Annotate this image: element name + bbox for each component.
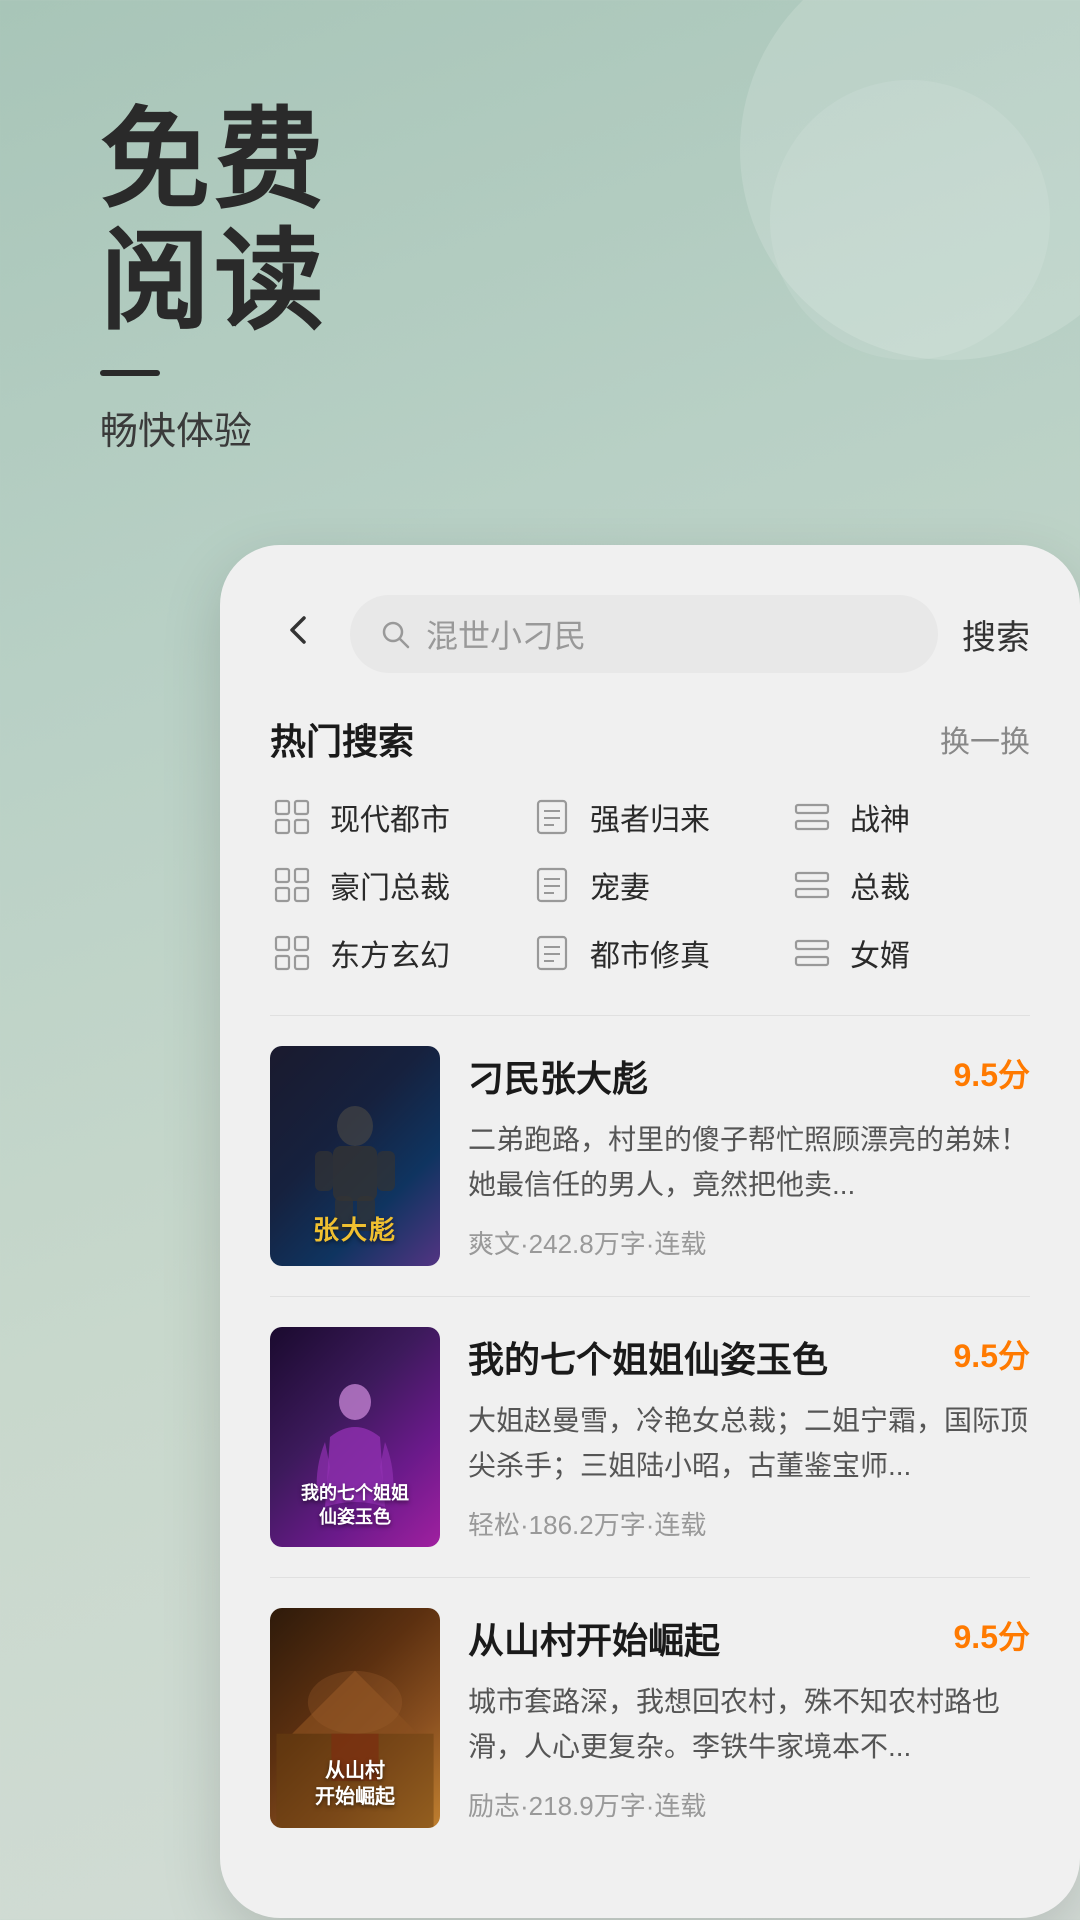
hot-search-title: 热门搜索 [270, 713, 414, 765]
list-icon-1 [790, 795, 834, 839]
book-title-3: 从山村开始崛起 [468, 1612, 720, 1664]
book-title-1: 刁民张大彪 [468, 1050, 648, 1102]
refresh-tags-button[interactable]: 换一换 [940, 717, 1030, 761]
book-title-row-3: 从山村开始崛起 9.5分 [468, 1612, 1030, 1664]
book-desc-1: 二弟跑路，村里的傻子帮忙照顾漂亮的弟妹！她最信任的男人，竟然把他卖... [468, 1118, 1030, 1208]
tag-item-chongqi[interactable]: 宠妻 [530, 863, 770, 907]
book-item-2[interactable]: 我的七个姐姐仙姿玉色 我的七个姐姐仙姿玉色 9.5分 大姐赵曼雪，冷艳女总裁；二… [270, 1296, 1030, 1577]
search-icon [378, 617, 412, 651]
phone-card-container: 混世小刁民 搜索 热门搜索 换一换 现代都市 [220, 545, 1080, 1918]
book-item-1[interactable]: 张大彪 刁民张大彪 9.5分 二弟跑路，村里的傻子帮忙照顾漂亮的弟妹！她最信任的… [270, 1015, 1030, 1296]
tag-label: 战神 [850, 795, 910, 839]
tag-item-qiangzhe[interactable]: 强者归来 [530, 795, 770, 839]
grid-icon-2 [270, 863, 314, 907]
book-score-3: 9.5分 [954, 1612, 1031, 1658]
tag-item-dushi[interactable]: 都市修真 [530, 931, 770, 975]
book-meta-3: 励志·218.9万字·连载 [468, 1786, 1030, 1823]
book-desc-2: 大姐赵曼雪，冷艳女总裁；二姐宁霜，国际顶尖杀手；三姐陆小昭，古董鉴宝师... [468, 1399, 1030, 1489]
book-info-1: 刁民张大彪 9.5分 二弟跑路，村里的傻子帮忙照顾漂亮的弟妹！她最信任的男人，竟… [468, 1046, 1030, 1261]
book-meta-2: 轻松·186.2万字·连载 [468, 1505, 1030, 1542]
tag-label: 强者归来 [590, 795, 710, 839]
phone-card: 混世小刁民 搜索 热门搜索 换一换 现代都市 [220, 545, 1080, 1918]
hero-subtitle: 畅快体验 [100, 400, 1080, 455]
tag-item-nuxu[interactable]: 女婿 [790, 931, 1030, 975]
book-info-2: 我的七个姐姐仙姿玉色 9.5分 大姐赵曼雪，冷艳女总裁；二姐宁霜，国际顶尖杀手；… [468, 1327, 1030, 1542]
tag-label: 宠妻 [590, 863, 650, 907]
tags-grid: 现代都市 强者归来 [270, 795, 1030, 975]
grid-icon-3 [270, 931, 314, 975]
tag-item-haomen[interactable]: 豪门总裁 [270, 863, 510, 907]
hot-search-header: 热门搜索 换一换 [270, 713, 1030, 765]
book-icon-3 [530, 931, 574, 975]
list-icon-3 [790, 931, 834, 975]
tag-item-zongcai[interactable]: 总裁 [790, 863, 1030, 907]
search-bar-row: 混世小刁民 搜索 [270, 595, 1030, 673]
search-button[interactable]: 搜索 [962, 610, 1030, 659]
book-icon-2 [530, 863, 574, 907]
book-cover-3: 从山村开始崛起 [270, 1608, 440, 1828]
grid-icon-1 [270, 795, 314, 839]
list-icon-2 [790, 863, 834, 907]
hero-section: 免费 阅读 畅快体验 [0, 0, 1080, 515]
book-meta-1: 爽文·242.8万字·连载 [468, 1224, 1030, 1261]
tag-label: 东方玄幻 [330, 931, 450, 975]
search-placeholder-text: 混世小刁民 [426, 611, 586, 657]
tag-label: 豪门总裁 [330, 863, 450, 907]
book-cover-2: 我的七个姐姐仙姿玉色 [270, 1327, 440, 1547]
book-info-3: 从山村开始崛起 9.5分 城市套路深，我想回农村，殊不知农村路也滑，人心更复杂。… [468, 1608, 1030, 1823]
book-cover-text-1: 张大彪 [270, 1204, 440, 1256]
book-title-row-2: 我的七个姐姐仙姿玉色 9.5分 [468, 1331, 1030, 1383]
back-button[interactable] [270, 610, 326, 658]
book-title-2: 我的七个姐姐仙姿玉色 [468, 1331, 828, 1383]
tag-label: 总裁 [850, 863, 910, 907]
book-icon-1 [530, 795, 574, 839]
book-desc-3: 城市套路深，我想回农村，殊不知农村路也滑，人心更复杂。李铁牛家境本不... [468, 1680, 1030, 1770]
book-cover-text-3: 从山村开始崛起 [270, 1750, 440, 1818]
book-title-row-1: 刁民张大彪 9.5分 [468, 1050, 1030, 1102]
book-score-1: 9.5分 [954, 1050, 1031, 1096]
tag-label: 都市修真 [590, 931, 710, 975]
book-cover-text-2: 我的七个姐姐仙姿玉色 [270, 1474, 440, 1537]
tag-item-zhanshen[interactable]: 战神 [790, 795, 1030, 839]
book-cover-1: 张大彪 [270, 1046, 440, 1266]
tag-label: 女婿 [850, 931, 910, 975]
tag-item-dongfang[interactable]: 东方玄幻 [270, 931, 510, 975]
book-item-3[interactable]: 从山村开始崛起 从山村开始崛起 9.5分 城市套路深，我想回农村，殊不知农村路也… [270, 1577, 1030, 1858]
search-input-wrap[interactable]: 混世小刁民 [350, 595, 938, 673]
book-list: 张大彪 刁民张大彪 9.5分 二弟跑路，村里的傻子帮忙照顾漂亮的弟妹！她最信任的… [270, 1015, 1030, 1858]
book-score-2: 9.5分 [954, 1331, 1031, 1377]
tag-item-xiandaidu[interactable]: 现代都市 [270, 795, 510, 839]
tag-label: 现代都市 [330, 795, 450, 839]
hero-divider [100, 370, 160, 376]
hero-title: 免费 阅读 [100, 100, 1080, 342]
